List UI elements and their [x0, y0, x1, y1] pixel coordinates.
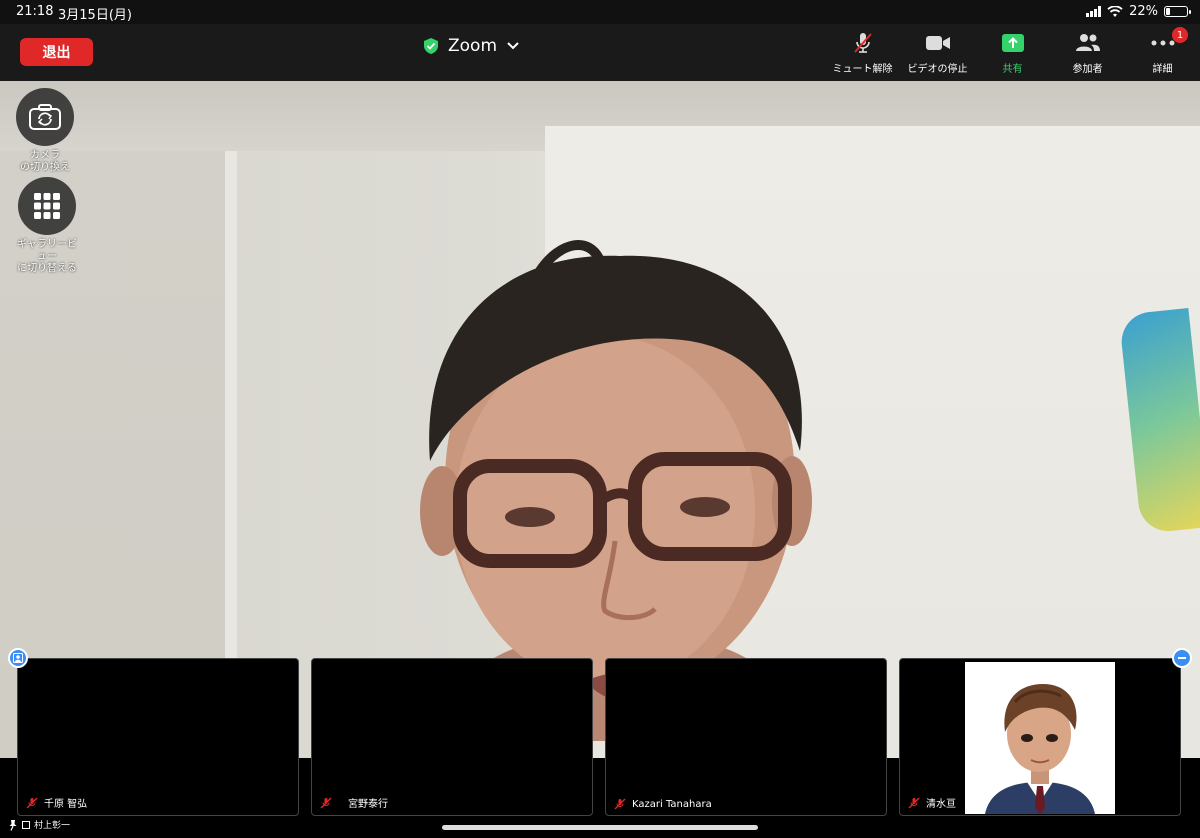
gallery-view-control[interactable]: ギャラリービ ュー に切り替える	[8, 177, 86, 275]
meeting-title: Zoom	[448, 36, 498, 56]
microphone-muted-icon	[908, 797, 920, 808]
stop-video-label: ビデオの停止	[907, 64, 968, 75]
chevron-down-icon	[507, 42, 519, 50]
participant-tile[interactable]: 宮野泰行	[311, 658, 593, 816]
notification-badge: 1	[1172, 27, 1188, 43]
switch-camera-label: カメラ の切り換え	[20, 150, 70, 173]
wifi-icon	[1107, 5, 1123, 17]
status-right: 22%	[1086, 4, 1191, 19]
person-icon	[13, 653, 23, 663]
more-label: 詳細	[1152, 64, 1173, 75]
status-bar: 21:18 3月15日(月) 22%	[0, 0, 1200, 24]
toolbar-buttons: ミュート解除 ビデオの停止 共有 参加者 詳細 1	[825, 27, 1200, 75]
speaker-person-illustration	[420, 240, 812, 741]
camera-switch-icon	[29, 104, 61, 130]
unmute-label: ミュート解除	[832, 64, 893, 75]
participant-tile[interactable]: 千原 智弘	[17, 658, 299, 816]
microphone-muted-icon	[320, 797, 332, 808]
more-button[interactable]: 詳細 1	[1125, 27, 1200, 75]
participant-tile[interactable]: Kazari Tanahara	[605, 658, 887, 816]
self-view-name: 村上彰一	[34, 821, 71, 831]
self-view-label-row: 村上彰一	[8, 818, 70, 831]
status-date: 3月15日(月)	[58, 8, 132, 23]
participant-tile[interactable]: 清水亘	[899, 658, 1181, 816]
stop-video-button[interactable]: ビデオの停止	[900, 32, 975, 75]
more-dots-icon	[1151, 40, 1174, 46]
microphone-muted-icon	[853, 33, 872, 53]
cellular-signal-icon	[1086, 6, 1102, 17]
microphone-muted-icon	[614, 798, 626, 810]
participants-label: 参加者	[1072, 64, 1103, 75]
gallery-view-label: ギャラリービ ュー に切り替える	[17, 239, 77, 274]
minus-icon	[1178, 657, 1186, 659]
share-screen-icon	[1001, 34, 1024, 52]
battery-percent: 22%	[1129, 4, 1158, 19]
home-indicator[interactable]	[442, 825, 758, 830]
share-button[interactable]: 共有	[975, 32, 1050, 75]
battery-icon	[1164, 6, 1191, 17]
checkbox-icon	[22, 820, 30, 829]
participant-name: 清水亘	[926, 799, 956, 810]
meeting-title-dropdown[interactable]: Zoom	[424, 36, 519, 56]
participant-name: 千原 智弘	[44, 799, 88, 810]
meeting-toolbar: 退出 Zoom ミュート解除 ビデオの停止 共有 参加者 詳細 1	[0, 24, 1200, 81]
gallery-view-button[interactable]	[18, 177, 76, 235]
participant-name: 宮野泰行	[348, 799, 388, 810]
share-label: 共有	[1002, 64, 1023, 75]
leave-button[interactable]: 退出	[20, 38, 93, 66]
participant-name: Kazari Tanahara	[632, 798, 712, 810]
microphone-muted-icon	[26, 797, 38, 808]
grid-icon	[34, 193, 60, 219]
active-speaker-video	[0, 81, 1200, 758]
unmute-button[interactable]: ミュート解除	[825, 32, 900, 75]
participant-avatar	[965, 662, 1115, 814]
pin-icon	[9, 819, 17, 831]
hide-self-view-button[interactable]	[8, 648, 28, 668]
switch-camera-control[interactable]: カメラ の切り換え	[14, 88, 76, 174]
participants-icon	[1075, 34, 1100, 51]
participants-button[interactable]: 参加者	[1050, 32, 1125, 75]
switch-camera-button[interactable]	[16, 88, 74, 146]
avatar-illustration	[985, 684, 1095, 814]
collapse-thumbnails-button[interactable]	[1172, 648, 1192, 668]
status-time: 21:18	[16, 4, 54, 19]
shield-check-icon	[424, 38, 438, 54]
video-camera-icon	[925, 36, 950, 50]
